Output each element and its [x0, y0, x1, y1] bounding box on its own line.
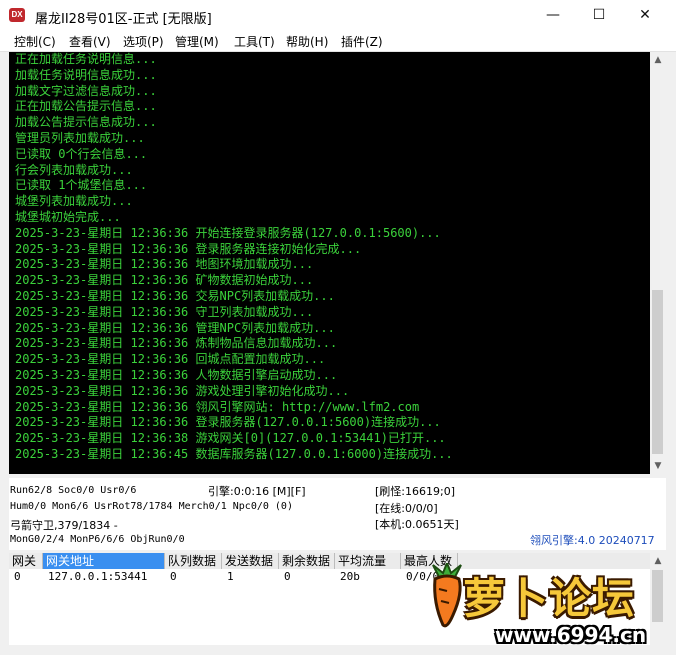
log-line: 加载公告提示信息成功... — [15, 115, 157, 130]
menu-view[interactable]: 查看(V) — [69, 33, 111, 50]
log-line: 2025-3-23-星期日 12:36:36 交易NPC列表加载成功... — [15, 289, 335, 303]
log-line: 2025-3-23-星期日 12:36:36 登录服务器(127.0.0.1:5… — [15, 415, 441, 430]
log-line: 已读取 0个行会信息... — [15, 146, 148, 161]
log-scrollbar[interactable]: ▲ ▼ — [650, 52, 666, 474]
scroll-up-icon[interactable]: ▲ — [650, 52, 666, 68]
engine-version: 翎风引擎:4.0 20240717 — [530, 534, 655, 547]
log-line: 行会列表加载成功... — [15, 162, 133, 177]
status-engine: 引擎:0:0:16 [M][F] — [208, 485, 306, 498]
watermark-url: www.6994.cn — [495, 623, 647, 647]
log-line: 2025-3-23-星期日 12:36:36 矿物数据初始成功... — [15, 273, 314, 288]
log-line: 2025-3-23-星期日 12:36:36 人物数据引擎启动成功... — [15, 368, 338, 382]
log-line: 管理员列表加载成功... — [15, 131, 145, 145]
log-line: 2025-3-23-星期日 12:36:36 地图环境加载成功... — [15, 257, 314, 272]
scroll-down-icon[interactable]: ▼ — [650, 458, 666, 474]
minimize-button[interactable]: — — [530, 0, 576, 30]
menu-bar: 控制(C) 查看(V) 选项(P) 管理(M) 工具(T) 帮助(H) 插件(Z… — [0, 31, 676, 52]
status-hum: Hum0/0 Mon6/6 UsrRot78/1784 Merch0/1 Npc… — [10, 501, 293, 512]
table-cell[interactable]: 0 — [165, 569, 177, 585]
table-cell[interactable]: 1 — [222, 569, 234, 585]
close-button[interactable]: ✕ — [622, 0, 668, 30]
status-panel: Run62/8 Soc0/0 Usr0/6 引擎:0:0:16 [M][F] [… — [9, 478, 666, 550]
window-title: 屠龙II28号01区-正式 [无限版] — [35, 12, 212, 27]
log-line: 2025-3-23-星期日 12:36:36 守卫列表加载成功... — [15, 304, 314, 319]
col-header-gateway[interactable]: 网关 — [9, 553, 43, 569]
app-icon: DX — [9, 8, 25, 22]
log-line: 2025-3-23-星期日 12:36:36 管理NPC列表加载成功... — [15, 320, 335, 335]
table-cell[interactable]: 20b — [335, 569, 360, 585]
status-local: [本机:0.0651天] — [375, 518, 459, 531]
status-archer: 弓箭守卫,379/1834 - — [10, 519, 118, 532]
log-line: 加载文字过滤信息成功... — [15, 83, 157, 98]
log-line: 2025-3-23-星期日 12:36:36 翎风引擎网站: http://ww… — [15, 399, 420, 414]
log-line: 城堡列表加载成功... — [15, 194, 133, 209]
log-console[interactable]: 正在加载任务说明信息... 加载任务说明信息成功... 加载文字过滤信息成功..… — [9, 52, 650, 474]
col-header-sent[interactable]: 发送数据 — [222, 553, 279, 569]
menu-control[interactable]: 控制(C) — [14, 33, 56, 50]
watermark-title: 萝卜论坛 — [463, 574, 636, 623]
log-line: 已读取 1个城堡信息... — [15, 178, 148, 193]
maximize-button[interactable]: ☐ — [576, 0, 622, 30]
scroll-thumb[interactable] — [652, 290, 663, 454]
status-run: Run62/8 Soc0/0 Usr0/6 — [10, 485, 137, 496]
table-cell[interactable]: 0 — [279, 569, 291, 585]
col-header-remaining[interactable]: 剩余数据 — [279, 553, 335, 569]
table-cell[interactable]: 0 — [9, 569, 21, 585]
log-line: 2025-3-23-星期日 12:36:38 游戏网关[0](127.0.0.1… — [15, 431, 446, 446]
menu-help[interactable]: 帮助(H) — [286, 33, 328, 50]
col-header-avg-traffic[interactable]: 平均流量 — [335, 553, 401, 569]
table-cell[interactable]: 127.0.0.1:53441 — [43, 569, 147, 585]
log-line: 城堡城初始完成... — [15, 210, 121, 224]
log-line: 正在加载公告提示信息... — [15, 99, 157, 114]
menu-tools[interactable]: 工具(T) — [234, 33, 275, 50]
menu-manage[interactable]: 管理(M) — [175, 33, 219, 50]
log-line: 2025-3-23-星期日 12:36:36 登录服务器连接初始化完成... — [15, 241, 362, 256]
log-line: 2025-3-23-星期日 12:36:36 炼制物品信息加载成功... — [15, 336, 338, 351]
status-online: [在线:0/0/0] — [375, 502, 438, 515]
col-header-address[interactable]: 网关地址 — [43, 553, 165, 569]
log-line: 正在加载任务说明信息... — [15, 52, 157, 66]
title-bar: DX 屠龙II28号01区-正式 [无限版] — ☐ ✕ — [0, 0, 676, 31]
col-header-queue[interactable]: 队列数据 — [165, 553, 222, 569]
menu-plugins[interactable]: 插件(Z) — [341, 33, 383, 50]
log-line: 2025-3-23-星期日 12:36:36 开始连接登录服务器(127.0.0… — [15, 225, 441, 240]
status-refresh: [刷怪:16619;0] — [375, 485, 455, 498]
menu-options[interactable]: 选项(P) — [123, 33, 164, 50]
log-line: 2025-3-23-星期日 12:36:36 游戏处理引擎初始化成功... — [15, 383, 350, 398]
status-mon: MonG0/2/4 MonP6/6/6 ObjRun0/0 — [10, 534, 185, 545]
log-line: 加载任务说明信息成功... — [15, 67, 157, 82]
log-line: 2025-3-23-星期日 12:36:45 数据库服务器(127.0.0.1:… — [15, 447, 453, 461]
log-line: 2025-3-23-星期日 12:36:36 回城点配置加载成功... — [15, 352, 326, 367]
watermark-logo: 萝卜论坛 www.6994.cn — [425, 555, 657, 651]
